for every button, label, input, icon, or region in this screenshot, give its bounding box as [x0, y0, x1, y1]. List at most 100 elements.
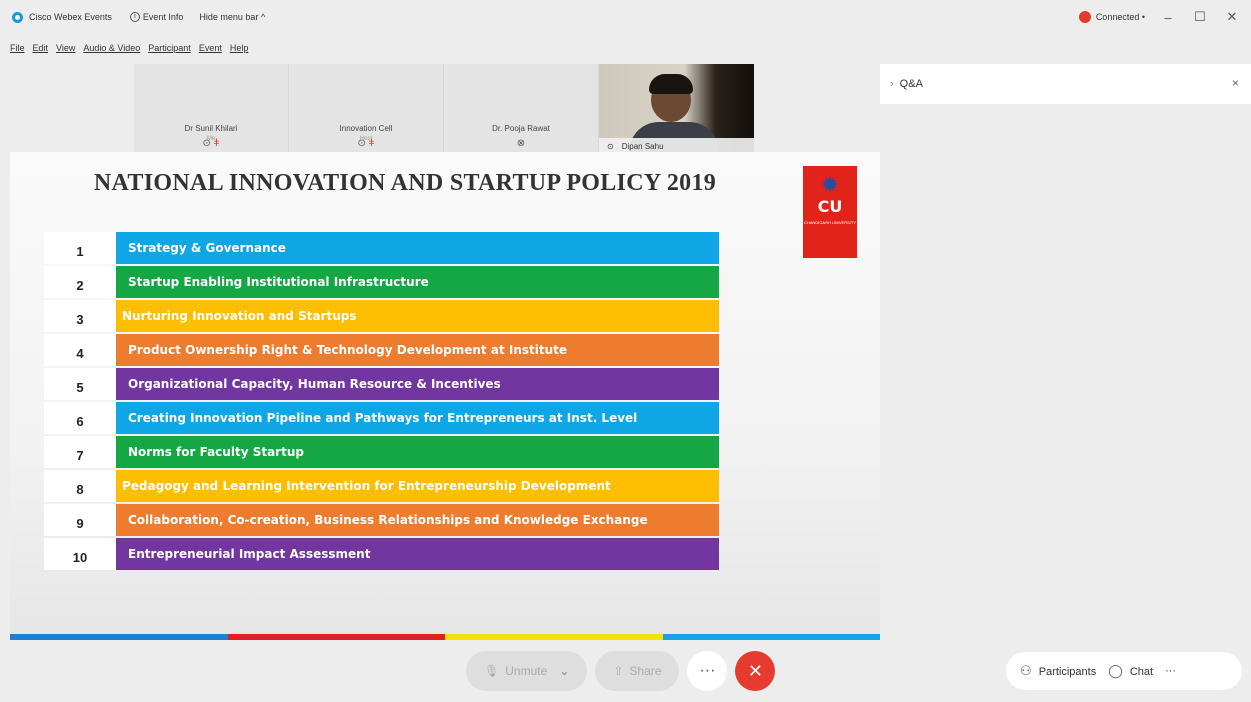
policy-number: 9	[44, 504, 116, 536]
logo-subtext: CHANDIGARH UNIVERSITY	[803, 220, 856, 225]
policy-label: Creating Innovation Pipeline and Pathway…	[116, 402, 719, 434]
color-strip-segment	[227, 634, 445, 640]
policy-number: 6	[44, 402, 116, 434]
policy-row: 9 Collaboration, Co-creation, Business Re…	[44, 504, 719, 536]
color-strip-segment	[10, 634, 228, 640]
maximize-button[interactable]: ☐	[1191, 9, 1209, 25]
menu-help[interactable]: Help	[230, 43, 249, 53]
close-panel-button[interactable]: ×	[1232, 76, 1239, 90]
gear-icon: ✹	[820, 172, 840, 197]
policy-label: Norms for Faculty Startup	[116, 436, 719, 468]
policy-row: 2 Startup Enabling Institutional Infrastr…	[44, 266, 719, 298]
webex-logo-icon	[12, 11, 23, 23]
menu-bar: File Edit View Audio & Video Participant…	[0, 38, 248, 58]
participant-status-icons: ⊙ ǂ	[134, 138, 288, 149]
unmute-button[interactable]: 🎙 Unmute ⌄	[466, 651, 588, 691]
policy-label: Nurturing Innovation and Startups	[116, 300, 719, 332]
video-participant-name: Dipan Sahu	[621, 141, 664, 151]
menu-edit[interactable]: Edit	[33, 43, 49, 53]
participant-name: Dr Sunil Khilari	[184, 124, 238, 133]
menu-view[interactable]: View	[56, 43, 75, 53]
participant-name: Innovation Cell	[339, 124, 393, 133]
more-options-button[interactable]: ···	[687, 651, 728, 691]
participant-video-tile[interactable]: ⊙ Dipan Sahu	[599, 64, 754, 154]
policy-number: 3	[44, 300, 116, 332]
policy-row: 7 Norms for Faculty Startup	[44, 436, 719, 468]
color-strip-segment	[662, 634, 880, 640]
connection-status[interactable]: Connected •	[1078, 11, 1145, 23]
policy-label: Pedagogy and Learning Intervention for E…	[116, 470, 719, 502]
policy-list: 1 Strategy & Governance 2 Startup Enabling …	[44, 232, 719, 572]
policy-number: 4	[44, 334, 116, 366]
connection-label: Connected •	[1095, 12, 1145, 22]
share-button[interactable]: ⇧ Share	[595, 651, 680, 691]
close-window-button[interactable]: ✕	[1223, 9, 1241, 25]
audio-connected-icon: ⊙	[357, 138, 366, 149]
mic-icon: 🎙	[484, 664, 500, 678]
audio-connected-icon: ⊙	[202, 138, 211, 149]
policy-label: Startup Enabling Institutional Infrastru…	[116, 266, 719, 298]
policy-number: 10	[44, 538, 116, 570]
unmute-label: Unmute	[505, 664, 548, 678]
qa-panel: › Q&A ×	[880, 64, 1251, 640]
title-bar: Cisco Webex Events i Event Info Hide men…	[0, 0, 1251, 34]
event-info-label: Event Info	[142, 12, 184, 22]
panel-toggle-bar: ⚇ Participants ◯ Chat ···	[1006, 652, 1242, 690]
chat-icon: ◯	[1108, 663, 1123, 678]
policy-number: 7	[44, 436, 116, 468]
menu-file[interactable]: File	[10, 43, 25, 53]
chevron-down-icon[interactable]: ⌄	[559, 664, 569, 678]
policy-label: Organizational Capacity, Human Resource …	[116, 368, 719, 400]
policy-label: Entrepreneurial Impact Assessment	[116, 538, 719, 570]
participants-icon: ⚇	[1020, 663, 1032, 678]
webex-window: Cisco Webex Events i Event Info Hide men…	[0, 0, 1251, 702]
participants-label: Participants	[1038, 666, 1097, 678]
policy-label: Collaboration, Co-creation, Business Rel…	[116, 504, 719, 536]
connection-icon	[1078, 11, 1091, 23]
menu-participant[interactable]: Participant	[148, 43, 191, 53]
more-panels-button[interactable]: ···	[1165, 665, 1176, 677]
event-info-button[interactable]: i Event Info	[129, 12, 184, 22]
participant-tile[interactable]: Dr Sunil Khilari Me ⊙ ǂ	[134, 64, 289, 154]
slide-color-strip	[10, 634, 880, 640]
phone-audio-icon: ⊗	[516, 138, 526, 149]
university-logo: ✹ CU CHANDIGARH UNIVERSITY	[803, 166, 857, 258]
info-icon: i	[129, 12, 140, 22]
policy-number: 8	[44, 470, 116, 502]
policy-row: 10 Entrepreneurial Impact Assessment	[44, 538, 719, 570]
color-strip-segment	[445, 634, 663, 640]
qa-panel-title: Q&A	[899, 78, 923, 90]
participant-status-icons: ⊙ ǂ	[289, 138, 443, 149]
policy-label: Strategy & Governance	[116, 232, 719, 264]
menu-audio-video[interactable]: Audio & Video	[83, 43, 140, 53]
title-bar-right: Connected • – ☐ ✕	[1078, 0, 1241, 34]
logo-text: CU	[817, 197, 843, 216]
participant-status-icons: ⊗	[444, 138, 598, 149]
chat-button[interactable]: ◯ Chat	[1108, 663, 1153, 679]
chat-label: Chat	[1129, 666, 1154, 678]
meeting-controls: 🎙 Unmute ⌄ ⇧ Share ··· ✕	[466, 650, 776, 692]
slide-title: NATIONAL INNOVATION AND STARTUP POLICY 2…	[93, 170, 717, 196]
chevron-right-icon[interactable]: ›	[890, 78, 894, 90]
policy-row: 5 Organizational Capacity, Human Resource…	[44, 368, 719, 400]
participant-tile[interactable]: Innovation Cell Host ⊙ ǂ	[289, 64, 444, 154]
policy-number: 2	[44, 266, 116, 298]
mic-muted-icon: ǂ	[368, 138, 375, 149]
policy-row: 8 Pedagogy and Learning Intervention for …	[44, 470, 719, 502]
policy-number: 5	[44, 368, 116, 400]
policy-number: 1	[44, 232, 116, 264]
leave-event-button[interactable]: ✕	[735, 651, 776, 691]
video-person-hair	[649, 74, 693, 94]
menu-event[interactable]: Event	[199, 43, 222, 53]
hide-menu-bar-button[interactable]: Hide menu bar ^	[199, 12, 265, 22]
share-label: Share	[629, 664, 662, 678]
share-icon: ⇧	[613, 664, 624, 678]
app-title: Cisco Webex Events	[29, 12, 112, 22]
shared-content-slide: NATIONAL INNOVATION AND STARTUP POLICY 2…	[10, 152, 880, 640]
minimize-button[interactable]: –	[1159, 10, 1177, 25]
participants-button[interactable]: ⚇ Participants	[1020, 663, 1096, 679]
participant-tile[interactable]: Dr. Pooja Rawat ⊗	[444, 64, 599, 154]
policy-row: 1 Strategy & Governance	[44, 232, 719, 264]
mic-muted-icon: ǂ	[213, 138, 220, 149]
qa-panel-header[interactable]: › Q&A ×	[880, 64, 1251, 104]
